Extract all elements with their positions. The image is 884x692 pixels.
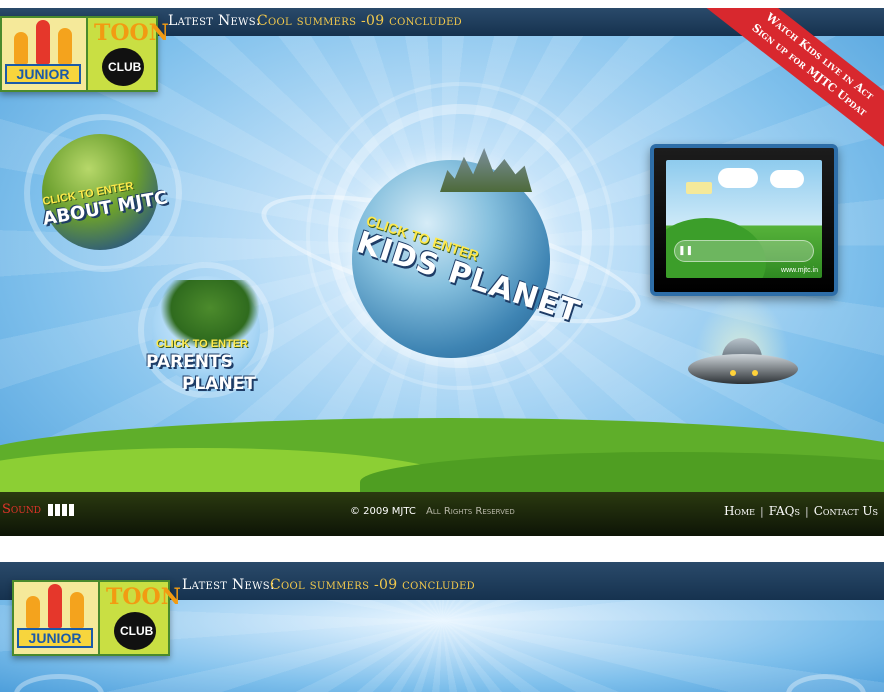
logo-figure-icon <box>14 32 28 64</box>
secondary-page-frame: Latest News: Cool summers -09 concluded … <box>0 562 884 692</box>
ufo-light <box>730 370 736 376</box>
main-page-frame: Latest News: Cool summers -09 concluded … <box>0 8 884 536</box>
green-hills <box>0 418 884 518</box>
logo-club-text: CLUB <box>108 60 142 74</box>
logo-figure-icon <box>26 596 40 628</box>
video-controls[interactable] <box>674 240 814 262</box>
footer-link-home[interactable]: Home <box>724 504 755 518</box>
cloud-icon <box>718 168 758 188</box>
site-logo[interactable]: JUNIOR TOON CLUB <box>0 16 169 92</box>
ufo-icon[interactable] <box>688 354 798 384</box>
video-player-tv[interactable]: ❚❚ www.mjtc.in <box>650 144 838 296</box>
footer-separator: | <box>760 504 764 518</box>
logo-figure-icon <box>70 592 84 628</box>
sound-volume-control[interactable] <box>48 504 74 516</box>
news-headline-link[interactable]: Cool summers -09 concluded <box>257 13 462 29</box>
logo-figure-icon <box>58 28 72 64</box>
site-logo[interactable]: JUNIOR TOON CLUB <box>12 580 181 656</box>
parents-click-label: CLICK TO ENTER <box>156 338 249 350</box>
cloud-icon <box>770 170 804 188</box>
parents-planet-title-2[interactable]: PLANET <box>182 374 256 394</box>
logo-toon-panel: TOON CLUB <box>98 580 181 656</box>
video-screen[interactable]: ❚❚ www.mjtc.in <box>666 160 822 278</box>
pause-icon[interactable]: ❚❚ <box>678 246 693 256</box>
footer-nav: Home | FAQs | Contact Us <box>724 504 878 518</box>
footer-separator: | <box>805 504 809 518</box>
volume-bar[interactable] <box>48 504 53 516</box>
logo-junior-text: JUNIOR <box>5 64 81 84</box>
sound-label: Sound <box>2 502 41 517</box>
logo-figure-icon <box>48 584 62 628</box>
parents-planet-title[interactable]: PARENTS <box>146 352 233 372</box>
volume-bar[interactable] <box>69 504 74 516</box>
news-headline-link[interactable]: Cool summers -09 concluded <box>270 577 475 593</box>
copyright-text: © 2009 MJTC <box>350 506 416 517</box>
tv-logo-icon <box>686 182 712 194</box>
logo-figure-icon <box>36 20 50 64</box>
ufo-light <box>752 370 758 376</box>
logo-junior-text: JUNIOR <box>17 628 93 648</box>
logo-toon-panel: TOON CLUB <box>86 16 169 92</box>
logo-toon-text: TOON <box>106 584 181 610</box>
volume-bar[interactable] <box>55 504 60 516</box>
volume-bar[interactable] <box>62 504 67 516</box>
logo-junior-panel: JUNIOR <box>0 16 86 92</box>
logo-club-text: CLUB <box>120 624 154 638</box>
news-label: Latest News: <box>168 13 261 29</box>
logo-toon-text: TOON <box>94 20 169 46</box>
footer-link-contact[interactable]: Contact Us <box>814 504 878 518</box>
footer-bar: Sound © 2009 MJTC All Rights Reserved Ho… <box>0 492 884 536</box>
rights-text: All Rights Reserved <box>426 506 515 517</box>
news-label: Latest News: <box>182 577 275 593</box>
footer-link-faqs[interactable]: FAQs <box>769 504 800 518</box>
logo-junior-panel: JUNIOR <box>12 580 98 656</box>
tv-url: www.mjtc.in <box>781 267 818 274</box>
